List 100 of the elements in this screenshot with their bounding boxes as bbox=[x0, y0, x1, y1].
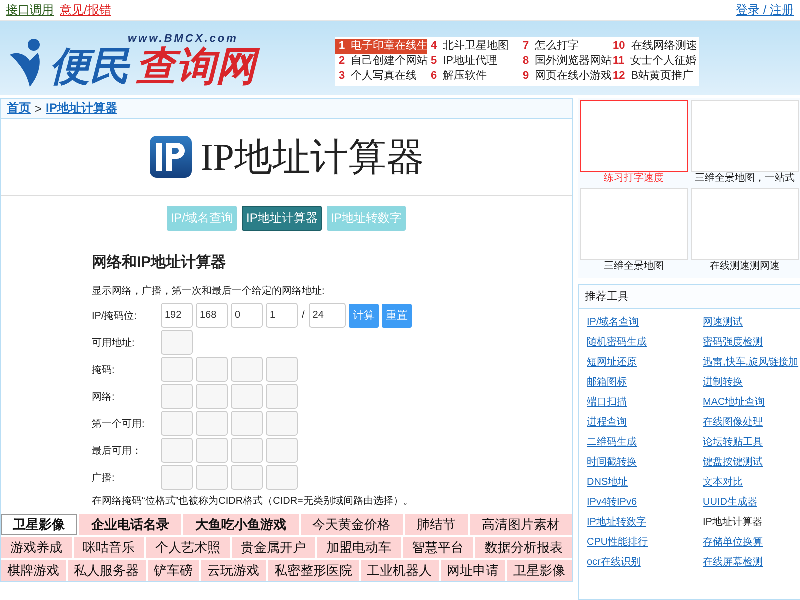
hot-link[interactable]: 4 北斗卫星地图 bbox=[427, 38, 519, 54]
result-field[interactable] bbox=[266, 465, 298, 490]
breadcrumb-link[interactable]: 首页 bbox=[7, 100, 31, 117]
tool-link[interactable]: 网速测试 bbox=[703, 313, 800, 333]
result-field[interactable] bbox=[196, 384, 228, 409]
top-link[interactable]: 意见/报错 bbox=[60, 2, 112, 18]
result-field[interactable] bbox=[161, 330, 193, 355]
tag-link[interactable]: 数据分析报表 bbox=[475, 537, 572, 558]
promo-caption[interactable]: 练习打字速度 bbox=[604, 172, 664, 186]
prefix-field[interactable]: 24 bbox=[308, 303, 346, 328]
result-field[interactable] bbox=[161, 384, 193, 409]
promo-thumbnail[interactable] bbox=[580, 100, 688, 172]
tag-link[interactable]: 大鱼吃小鱼游戏 bbox=[183, 514, 299, 535]
result-field[interactable] bbox=[266, 357, 298, 382]
result-field[interactable] bbox=[266, 438, 298, 463]
tag-link[interactable]: 咪咕音乐 bbox=[74, 537, 144, 558]
tag-link[interactable]: 卫星影像 bbox=[1, 514, 78, 535]
tag-link[interactable]: 棋牌游戏 bbox=[1, 560, 66, 581]
result-field[interactable] bbox=[231, 465, 263, 490]
tool-link[interactable]: 短网址还原 bbox=[587, 353, 703, 373]
tag-link[interactable]: 肺结节 bbox=[404, 514, 468, 535]
field-label: 掩码: bbox=[92, 364, 116, 376]
result-field[interactable] bbox=[161, 411, 193, 436]
tool-link[interactable]: DNS地址 bbox=[587, 473, 703, 493]
result-field[interactable] bbox=[196, 411, 228, 436]
login-register-link[interactable]: 登录 / 注册 bbox=[736, 2, 794, 18]
result-field[interactable] bbox=[231, 384, 263, 409]
tag-link[interactable]: 贵金属开户 bbox=[232, 537, 316, 558]
result-field[interactable] bbox=[266, 384, 298, 409]
result-field[interactable] bbox=[231, 357, 263, 382]
tool-link[interactable]: 在线图像处理 bbox=[703, 413, 800, 433]
slash-text: / bbox=[301, 310, 306, 321]
tool-link[interactable]: 进制转换 bbox=[703, 373, 800, 393]
result-field[interactable] bbox=[266, 411, 298, 436]
hot-link[interactable]: 7 怎么打字 bbox=[519, 38, 609, 54]
field-label: 最后可用： bbox=[92, 444, 143, 458]
tag-link[interactable]: 加盟电动车 bbox=[317, 537, 401, 558]
field-label: 广播: bbox=[92, 472, 116, 484]
hot-link[interactable]: 10 在线网络测速 bbox=[609, 38, 699, 54]
result-field[interactable] bbox=[231, 411, 263, 436]
hot-link[interactable]: 6 解压软件 bbox=[427, 68, 519, 84]
tool-tab[interactable]: IP地址计算器 bbox=[242, 206, 322, 231]
page-title: IP地址计算器 bbox=[200, 136, 424, 180]
tool-link[interactable]: 密码强度检测 bbox=[703, 333, 800, 353]
tool-link[interactable]: 文本对比 bbox=[703, 473, 800, 493]
top-link[interactable]: 接口调用 bbox=[6, 2, 54, 18]
octet-field[interactable]: 1 bbox=[266, 303, 298, 328]
tool-link[interactable]: 时间戳转换 bbox=[587, 453, 703, 473]
result-field[interactable] bbox=[196, 438, 228, 463]
hot-link[interactable]: 2 自己创建个网站 bbox=[335, 54, 427, 68]
tool-link[interactable]: 端口扫描 bbox=[587, 393, 703, 413]
result-field[interactable] bbox=[196, 465, 228, 490]
tool-link[interactable]: IP/域名查询 bbox=[587, 313, 703, 333]
octet-field[interactable]: 192 bbox=[161, 303, 193, 328]
tool-link[interactable]: IP地址计算器 bbox=[703, 513, 800, 533]
tool-link[interactable]: 邮箱图标 bbox=[587, 373, 703, 393]
tag-link[interactable]: 个人艺术照 bbox=[146, 537, 230, 558]
promo-caption[interactable]: 在线测速测网速 bbox=[710, 260, 780, 274]
hot-link[interactable]: 3 个人写真在线 bbox=[335, 68, 427, 84]
tool-link[interactable]: 键盘按键测试 bbox=[703, 453, 800, 473]
tag-link[interactable]: 企业电话名录 bbox=[79, 514, 182, 535]
result-field[interactable] bbox=[231, 438, 263, 463]
result-field[interactable] bbox=[196, 357, 228, 382]
tool-link[interactable]: 二维码生成 bbox=[587, 433, 703, 453]
breadcrumb-link[interactable]: IP地址计算器 bbox=[46, 100, 118, 117]
tool-link[interactable]: 迅雷,快车,旋风链接加 bbox=[703, 353, 800, 373]
tool-link[interactable]: IPv4转IPv6 bbox=[587, 493, 703, 513]
hot-link[interactable]: 1 电子印章在线生 bbox=[335, 38, 427, 54]
tag-link[interactable]: 工业机器人 bbox=[360, 560, 438, 581]
panel-title: 推荐工具 bbox=[579, 285, 800, 309]
result-field[interactable] bbox=[161, 357, 193, 382]
tool-link[interactable]: 进程查询 bbox=[587, 413, 703, 433]
hot-link[interactable]: 5 IP地址代理 bbox=[427, 54, 519, 68]
tool-link[interactable]: 随机密码生成 bbox=[587, 333, 703, 353]
tag-link[interactable]: 网址申请 bbox=[440, 560, 506, 581]
tag-link[interactable]: 智慧平台 bbox=[402, 537, 474, 558]
tool-link[interactable]: UUID生成器 bbox=[703, 493, 800, 513]
promo-caption[interactable]: 三维全景地图 bbox=[604, 260, 664, 274]
intro-text: 显示网络，广播，第一次和最后一个给定的网络地址: bbox=[92, 284, 326, 298]
tag-link[interactable]: 卫星影像 bbox=[507, 560, 572, 581]
tag-link[interactable]: 私密整形医院 bbox=[268, 560, 359, 581]
tool-link[interactable]: 论坛转贴工具 bbox=[703, 433, 800, 453]
tool-link[interactable]: 在线屏幕检测 bbox=[703, 553, 800, 573]
tag-link[interactable]: 游戏养成 bbox=[1, 537, 72, 558]
tool-link[interactable]: CPU性能排行 bbox=[587, 533, 703, 553]
tool-link[interactable]: 存储单位换算 bbox=[703, 533, 800, 553]
tool-link[interactable]: MAC地址查询 bbox=[703, 393, 800, 413]
tag-link[interactable]: 云玩游戏 bbox=[201, 560, 266, 581]
tag-link[interactable]: 今天黄金价格 bbox=[300, 514, 403, 535]
tag-link[interactable]: 铲车磅 bbox=[148, 560, 200, 581]
result-field[interactable] bbox=[161, 438, 193, 463]
tag-link[interactable]: 私人服务器 bbox=[68, 560, 146, 581]
tool-link[interactable]: IP地址转数字 bbox=[587, 513, 703, 533]
hot-link[interactable]: 9 网页在线小游戏 bbox=[519, 68, 609, 84]
tool-link[interactable]: ocr在线识别 bbox=[587, 553, 703, 573]
promo-caption[interactable]: 三维全景地图，一站式 bbox=[695, 172, 795, 186]
result-field[interactable] bbox=[161, 465, 193, 490]
octet-field[interactable]: 0 bbox=[231, 303, 263, 328]
tag-link[interactable]: 高清图片素材 bbox=[470, 514, 572, 535]
octet-field[interactable]: 168 bbox=[196, 303, 228, 328]
